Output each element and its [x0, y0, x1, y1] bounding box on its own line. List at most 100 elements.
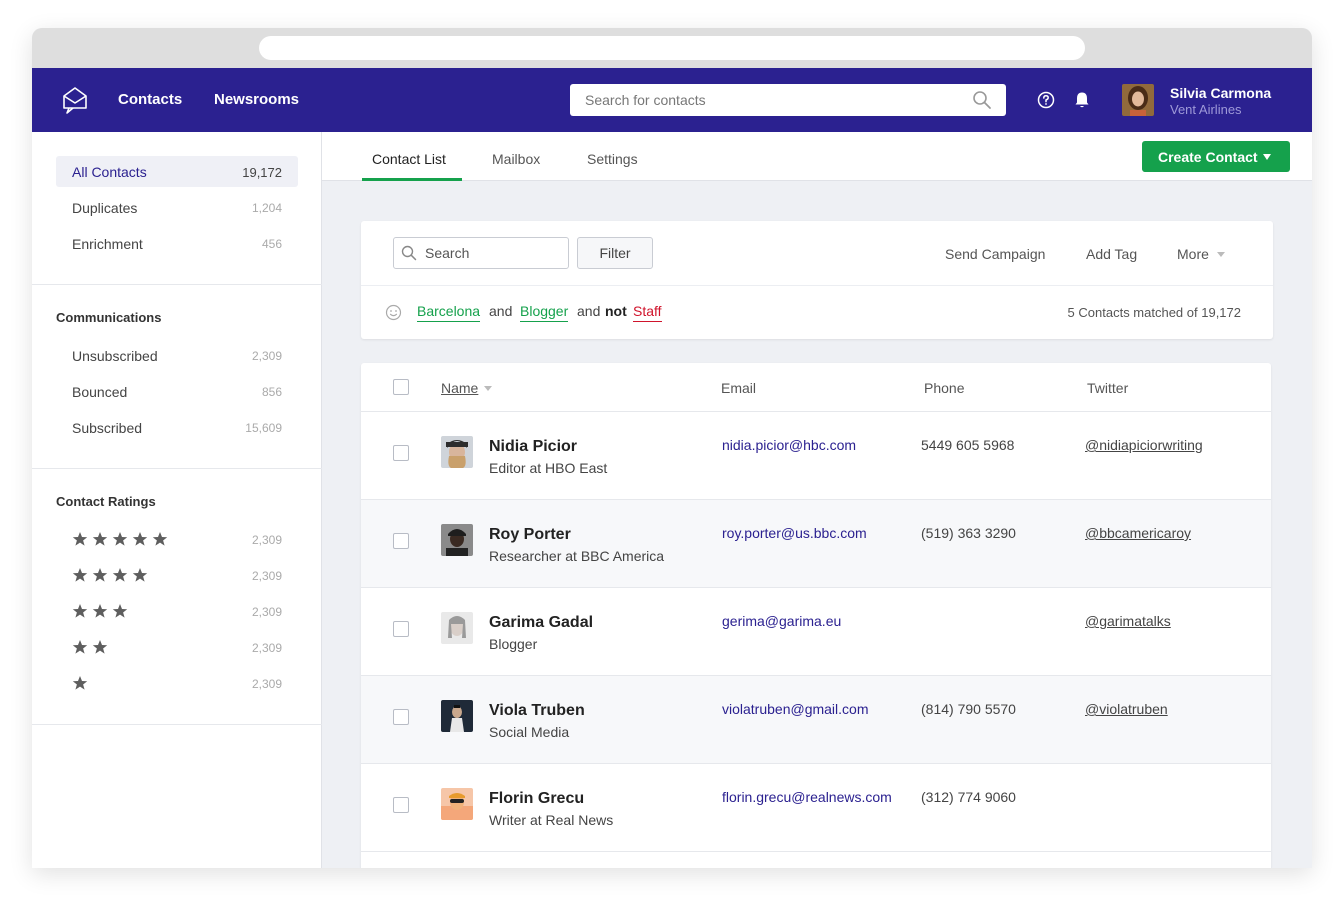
sidebar-item-duplicates[interactable]: Duplicates 1,204 [56, 192, 298, 223]
sidebar-item-rating-2-stars[interactable]: 2,309 [56, 632, 298, 663]
contact-avatar[interactable] [441, 700, 473, 732]
contact-email[interactable]: violatruben@gmail.com [722, 701, 869, 717]
list-search-input[interactable] [393, 237, 569, 269]
table-row[interactable]: Florin Grecu Writer at Real News florin.gr… [361, 764, 1271, 852]
sidebar-item-subscribed[interactable]: Subscribed 15,609 [56, 412, 298, 443]
add-tag-button[interactable]: Add Tag [1086, 246, 1137, 262]
contact-title: Editor at HBO East [489, 460, 608, 476]
nav-contacts[interactable]: Contacts [118, 91, 182, 108]
filter-divider [361, 285, 1273, 286]
row-checkbox[interactable] [393, 709, 409, 725]
nav-newsrooms[interactable]: Newsrooms [214, 91, 299, 108]
sidebar-item-count: 2,309 [251, 349, 282, 363]
filter-tag-blogger[interactable]: Blogger [520, 303, 569, 322]
contact-name[interactable]: Garima Gadal [489, 614, 593, 632]
contact-email[interactable]: gerima@garima.eu [722, 613, 841, 629]
sidebar-item-label: Unsubscribed [72, 348, 158, 364]
column-header-phone: Phone [924, 380, 965, 396]
contact-email[interactable]: roy.porter@us.bbc.com [722, 525, 867, 541]
bell-icon[interactable] [1074, 91, 1090, 109]
star-rating [72, 639, 108, 655]
sidebar: All Contacts 19,172 Duplicates 1,204 Enr… [32, 132, 322, 868]
star-icon [72, 568, 88, 582]
sidebar-item-label: Bounced [72, 384, 128, 400]
table-row[interactable]: Nidia Picior Editor at HBO East nidia.pici… [361, 412, 1271, 500]
contact-avatar[interactable] [441, 612, 473, 644]
filter-tag-barcelona[interactable]: Barcelona [417, 303, 481, 322]
contact-name[interactable]: Viola Truben [489, 702, 585, 720]
filter-conjunction: and [577, 303, 601, 319]
contacts-table: Name Email Phone Twitter Nidia Picior Edi… [361, 363, 1271, 868]
sidebar-item-count: 2,309 [251, 569, 282, 583]
search-icon [401, 245, 417, 261]
help-icon[interactable] [1037, 91, 1055, 109]
filter-panel: Filter Send Campaign Add Tag More Barcel… [361, 221, 1273, 339]
contact-title: Researcher at BBC America [489, 548, 665, 564]
sidebar-item-count: 456 [261, 237, 282, 251]
row-checkbox[interactable] [393, 533, 409, 549]
send-campaign-button[interactable]: Send Campaign [945, 246, 1045, 262]
search-icon[interactable] [972, 90, 992, 110]
contact-email[interactable]: florin.grecu@realnews.com [722, 789, 892, 805]
sidebar-item-label: All Contacts [72, 164, 147, 180]
sidebar-item-count: 2,309 [251, 641, 282, 655]
contact-avatar[interactable] [441, 524, 473, 556]
sidebar-item-count: 856 [261, 385, 282, 399]
more-menu-button[interactable]: More [1177, 246, 1209, 262]
user-avatar[interactable] [1122, 84, 1154, 116]
create-contact-label: Create Contact [1158, 148, 1258, 165]
contact-ratings-heading: Contact Ratings [56, 494, 156, 509]
caret-down-icon [1217, 252, 1225, 257]
sidebar-item-rating-1-stars[interactable]: 2,309 [56, 668, 298, 699]
tab-mailbox[interactable]: Mailbox [492, 151, 540, 167]
filter-button[interactable]: Filter [577, 237, 653, 269]
sidebar-item-label: Subscribed [72, 420, 143, 436]
row-checkbox[interactable] [393, 621, 409, 637]
contact-name[interactable]: Nidia Picior [489, 438, 577, 456]
create-contact-button[interactable]: Create Contact [1142, 141, 1290, 172]
star-icon [132, 532, 148, 546]
column-header-twitter: Twitter [1087, 380, 1129, 396]
sidebar-item-rating-4-stars[interactable]: 2,309 [56, 560, 298, 591]
sidebar-item-enrichment[interactable]: Enrichment 456 [56, 228, 298, 259]
user-name[interactable]: Silvia Carmona [1170, 85, 1271, 101]
star-rating [72, 603, 128, 619]
sidebar-item-rating-5-stars[interactable]: 2,309 [56, 524, 298, 555]
row-checkbox[interactable] [393, 445, 409, 461]
sidebar-item-all-contacts[interactable]: All Contacts 19,172 [56, 156, 298, 187]
star-icon [72, 604, 88, 618]
sort-caret-icon[interactable] [484, 386, 492, 391]
star-icon [92, 532, 108, 546]
contact-twitter[interactable]: @bbcamericaroy [1085, 525, 1191, 541]
star-icon [132, 568, 148, 582]
row-checkbox[interactable] [393, 797, 409, 813]
sidebar-item-count: 15,609 [245, 421, 282, 435]
filter-tag-staff[interactable]: Staff [633, 303, 662, 322]
sidebar-item-rating-3-stars[interactable]: 2,309 [56, 596, 298, 627]
tab-settings[interactable]: Settings [587, 151, 638, 167]
sidebar-item-unsubscribed[interactable]: Unsubscribed 2,309 [56, 340, 298, 371]
tab-contact-list[interactable]: Contact List [372, 151, 446, 167]
column-header-name[interactable]: Name [441, 380, 478, 396]
sidebar-item-bounced[interactable]: Bounced 856 [56, 376, 298, 407]
sidebar-item-count: 19,172 [242, 165, 282, 180]
contact-name[interactable]: Florin Grecu [489, 790, 584, 808]
contact-twitter[interactable]: @garimatalks [1085, 613, 1171, 629]
sidebar-item-count: 2,309 [251, 677, 282, 691]
contact-name[interactable]: Roy Porter [489, 526, 571, 544]
tab-bar: Contact List Mailbox Settings Create Con… [322, 132, 1312, 181]
contact-twitter[interactable]: @nidiapiciorwriting [1085, 437, 1203, 453]
table-row[interactable]: Roy Porter Researcher at BBC America roy.p… [361, 500, 1271, 588]
table-row[interactable]: Garima Gadal Blogger gerima@garima.eu @gari… [361, 588, 1271, 676]
select-all-checkbox[interactable] [393, 379, 409, 395]
contact-avatar[interactable] [441, 436, 473, 468]
contact-twitter[interactable]: @violatruben [1085, 701, 1168, 717]
contact-search-input[interactable] [570, 84, 1006, 116]
smiley-icon [385, 304, 402, 321]
url-bar[interactable] [259, 36, 1085, 60]
contact-phone: (312) 774 9060 [921, 789, 1016, 805]
envelope-logo-icon[interactable] [62, 86, 88, 114]
table-row[interactable]: Viola Truben Social Media violatruben@gmai… [361, 676, 1271, 764]
contact-avatar[interactable] [441, 788, 473, 820]
contact-email[interactable]: nidia.picior@hbc.com [722, 437, 856, 453]
